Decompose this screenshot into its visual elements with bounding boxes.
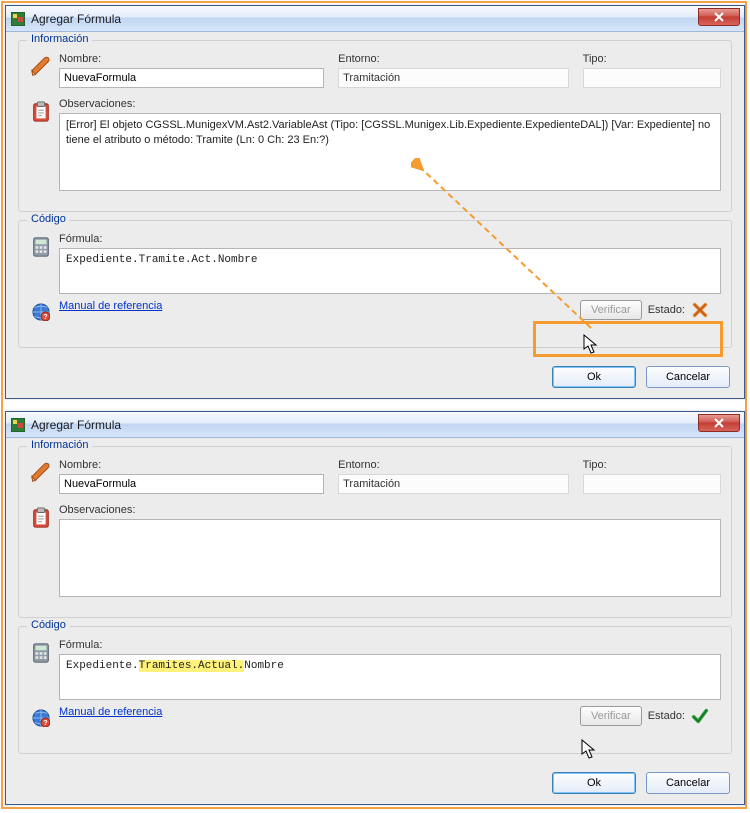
manual-referencia-link[interactable]: Manual de referencia (59, 300, 162, 312)
ok-button[interactable]: Ok (552, 366, 636, 388)
legend-informacion: Información (27, 439, 92, 451)
nombre-input[interactable] (59, 474, 324, 494)
globe-help-icon: ? (29, 706, 53, 730)
group-informacion: Información Nombre: Entorno: (18, 446, 732, 618)
tipo-field (583, 474, 721, 494)
pencil-icon (29, 461, 53, 485)
ok-button[interactable]: Ok (552, 772, 636, 794)
entorno-label: Entorno: (338, 459, 569, 471)
observaciones-textarea[interactable]: [Error] El objeto CGSSL.MunigexVM.Ast2.V… (59, 113, 721, 191)
clipboard-icon (29, 506, 53, 530)
calculator-icon (29, 235, 53, 259)
estado-label: Estado: (648, 304, 685, 316)
entorno-field (338, 474, 569, 494)
formula-label: Fórmula: (59, 233, 721, 245)
group-informacion: Información Nombre: Entorno: (18, 40, 732, 212)
formula-prefix: Expediente. (66, 660, 139, 672)
nombre-label: Nombre: (59, 53, 324, 65)
clipboard-icon (29, 100, 53, 124)
formula-textarea[interactable]: Expediente.Tramite.Act.Nombre (59, 248, 721, 294)
formula-highlighted-text: Tramites.Actual. (139, 660, 245, 672)
formula-suffix: Nombre (244, 660, 284, 672)
status-ok-icon (691, 707, 709, 725)
entorno-field (338, 68, 569, 88)
estado-label: Estado: (648, 710, 685, 722)
tipo-label: Tipo: (583, 459, 721, 471)
verificar-button[interactable]: Verificar (580, 300, 642, 320)
close-button[interactable] (698, 414, 740, 432)
manual-referencia-link[interactable]: Manual de referencia (59, 706, 162, 718)
svg-text:?: ? (43, 718, 47, 727)
window-title: Agregar Fórmula (31, 12, 121, 26)
nombre-input[interactable] (59, 68, 324, 88)
formula-textarea[interactable]: Expediente.Tramites.Actual.Nombre (59, 654, 721, 700)
group-codigo: Código Fórmula: Expediente.Tramite.Act.N… (18, 220, 732, 348)
titlebar[interactable]: Agregar Fórmula (6, 412, 744, 438)
verificar-button[interactable]: Verificar (580, 706, 642, 726)
cancel-button[interactable]: Cancelar (646, 772, 730, 794)
dialog-agregar-formula-bottom: Agregar Fórmula Información Nombre: (5, 411, 745, 805)
formula-label: Fórmula: (59, 639, 721, 651)
legend-codigo: Código (27, 213, 70, 225)
observaciones-label: Observaciones: (59, 98, 721, 110)
svg-text:?: ? (43, 312, 47, 321)
titlebar[interactable]: Agregar Fórmula (6, 6, 744, 32)
observaciones-textarea[interactable] (59, 519, 721, 597)
app-icon (10, 11, 26, 27)
entorno-label: Entorno: (338, 53, 569, 65)
calculator-icon (29, 641, 53, 665)
nombre-label: Nombre: (59, 459, 324, 471)
cancel-button[interactable]: Cancelar (646, 366, 730, 388)
tipo-field (583, 68, 721, 88)
pencil-icon (29, 55, 53, 79)
app-icon (10, 417, 26, 433)
dialog-agregar-formula-top: Agregar Fórmula Información Nombre: (5, 5, 745, 399)
observaciones-label: Observaciones: (59, 504, 721, 516)
close-button[interactable] (698, 8, 740, 26)
legend-informacion: Información (27, 33, 92, 45)
group-codigo: Código Fórmula: Expediente.Tramites.Actu… (18, 626, 732, 754)
globe-help-icon: ? (29, 300, 53, 324)
window-title: Agregar Fórmula (31, 418, 121, 432)
tipo-label: Tipo: (583, 53, 721, 65)
status-error-icon (691, 301, 709, 319)
legend-codigo: Código (27, 619, 70, 631)
